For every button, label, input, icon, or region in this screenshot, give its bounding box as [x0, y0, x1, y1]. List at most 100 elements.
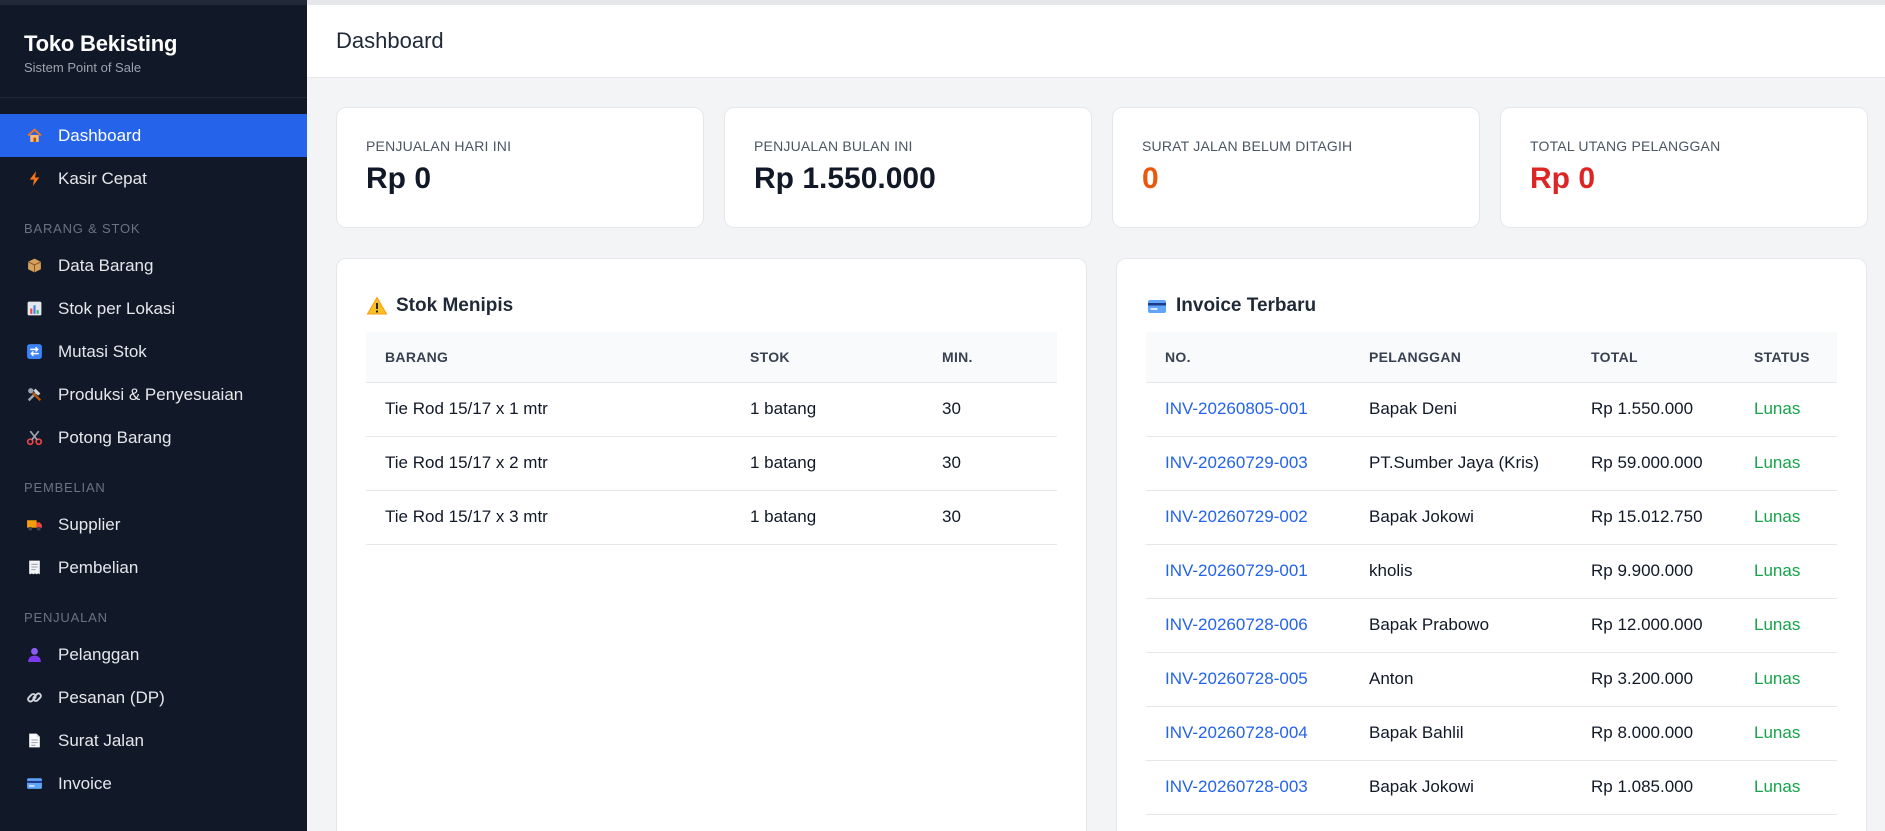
stat-card-total-utang-pelanggan: TOTAL UTANG PELANGGAN Rp 0: [1500, 107, 1868, 228]
table-row: INV-20260728-006 Bapak Prabowo Rp 12.000…: [1146, 598, 1837, 653]
lightning-icon: [26, 170, 43, 187]
brand: Toko Bekisting Sistem Point of Sale: [0, 5, 307, 98]
sidebar-item-kasir-cepat[interactable]: Kasir Cepat: [0, 157, 307, 200]
sidebar-item-label: Pesanan (DP): [58, 687, 165, 707]
cell-pelanggan: Bapak Bahlil: [1350, 706, 1572, 761]
cell-pelanggan: Bapak Jokowi: [1350, 490, 1572, 545]
invoice-link[interactable]: INV-20260728-006: [1146, 598, 1350, 653]
sidebar-item-invoice[interactable]: Invoice: [0, 762, 307, 805]
cell-total: Rp 59.000.000: [1572, 436, 1735, 491]
credit-card-icon: [1146, 295, 1168, 317]
cell-pelanggan: kholis: [1350, 544, 1572, 599]
stat-value: Rp 1.550.000: [754, 162, 936, 195]
low-stock-panel: Stok Menipis BARANG STOK MIN. Tie Rod 15…: [336, 258, 1087, 831]
stat-label: SURAT JALAN BELUM DITAGIH: [1142, 138, 1353, 154]
sidebar-item-dashboard[interactable]: Dashboard: [0, 114, 307, 157]
invoice-link[interactable]: INV-20260728-005: [1146, 652, 1350, 707]
transfer-icon: [26, 343, 43, 360]
cell-pelanggan: PT.Sumber Jaya (Kris): [1350, 436, 1572, 491]
stat-value: Rp 0: [366, 162, 432, 195]
low-stock-table: BARANG STOK MIN. Tie Rod 15/17 x 1 mtr 1…: [366, 332, 1057, 545]
column-header: MIN.: [923, 332, 1057, 383]
table-row: INV-20260728-005 Anton Rp 3.200.000 Luna…: [1146, 652, 1837, 707]
stat-value: Rp 0: [1530, 162, 1596, 195]
invoice-link[interactable]: INV-20260729-001: [1146, 544, 1350, 599]
stats-cards: PENJUALAN HARI INI Rp 0 PENJUALAN BULAN …: [336, 107, 1868, 228]
panel-title-text: Stok Menipis: [396, 295, 514, 316]
sidebar-item-produksi[interactable]: Produksi & Penyesuaian: [0, 373, 307, 416]
sidebar-section-title: PENJUALAN: [24, 610, 108, 625]
cell-barang: Tie Rod 15/17 x 2 mtr: [366, 436, 731, 491]
sidebar-item-label: Stok per Lokasi: [58, 298, 176, 318]
column-header: STOK: [731, 332, 923, 383]
cell-min: 30: [923, 436, 1057, 491]
table-row: Tie Rod 15/17 x 2 mtr 1 batang 30: [366, 436, 1057, 491]
table-row: Tie Rod 15/17 x 1 mtr 1 batang 30: [366, 382, 1057, 437]
column-header: NO.: [1146, 332, 1350, 383]
sidebar-item-label: Mutasi Stok: [58, 341, 147, 361]
cell-stok: 1 batang: [731, 382, 923, 437]
table-row: INV-20260805-001 Bapak Deni Rp 1.550.000…: [1146, 382, 1837, 437]
link-icon: [26, 689, 43, 706]
tools-icon: [26, 386, 43, 403]
stat-value: 0: [1142, 162, 1159, 195]
stat-card-penjualan-bulan-ini: PENJUALAN BULAN INI Rp 1.550.000: [724, 107, 1092, 228]
stat-card-penjualan-hari-ini: PENJUALAN HARI INI Rp 0: [336, 107, 704, 228]
invoice-link[interactable]: INV-20260729-003: [1146, 436, 1350, 491]
cell-pelanggan: Bapak Prabowo: [1350, 598, 1572, 653]
status-badge: Lunas: [1735, 382, 1837, 437]
column-header: BARANG: [366, 332, 731, 383]
cell-total: Rp 1.085.000: [1572, 760, 1735, 815]
sidebar-item-label: Kasir Cepat: [58, 168, 147, 188]
house-icon: [26, 127, 43, 144]
table-row: Tie Rod 15/17 x 3 mtr 1 batang 30: [366, 490, 1057, 545]
sidebar-item-label: Data Barang: [58, 255, 154, 275]
status-badge: Lunas: [1735, 544, 1837, 599]
invoice-link[interactable]: INV-20260728-004: [1146, 706, 1350, 761]
table-row: INV-20260728-003 Bapak Jokowi Rp 1.085.0…: [1146, 760, 1837, 815]
stat-label: PENJUALAN BULAN INI: [754, 138, 913, 154]
recent-invoices-panel: Invoice Terbaru NO. PELANGGAN TOTAL STAT…: [1116, 258, 1867, 831]
sidebar-item-label: Invoice: [58, 773, 112, 793]
person-icon: [26, 646, 43, 663]
status-badge: Lunas: [1735, 436, 1837, 491]
panel-title: Stok Menipis: [366, 290, 1057, 322]
sidebar-item-label: Pelanggan: [58, 644, 140, 664]
cell-stok: 1 batang: [731, 436, 923, 491]
sidebar-section-title: PEMBELIAN: [24, 480, 106, 495]
cell-total: Rp 12.000.000: [1572, 598, 1735, 653]
sidebar-item-pesanan[interactable]: Pesanan (DP): [0, 676, 307, 719]
sidebar-item-pelanggan[interactable]: Pelanggan: [0, 633, 307, 676]
brand-title: Toko Bekisting: [24, 31, 178, 56]
cell-total: Rp 9.900.000: [1572, 544, 1735, 599]
cell-min: 30: [923, 382, 1057, 437]
sidebar-item-stok-per-lokasi[interactable]: Stok per Lokasi: [0, 287, 307, 330]
cell-total: Rp 8.000.000: [1572, 706, 1735, 761]
cell-min: 30: [923, 490, 1057, 545]
invoice-link[interactable]: INV-20260729-002: [1146, 490, 1350, 545]
panel-title: Invoice Terbaru: [1146, 290, 1837, 322]
sidebar-item-mutasi-stok[interactable]: Mutasi Stok: [0, 330, 307, 373]
sidebar-item-supplier[interactable]: Supplier: [0, 503, 307, 546]
cell-pelanggan: Anton: [1350, 652, 1572, 707]
sidebar-item-potong-barang[interactable]: Potong Barang: [0, 416, 307, 459]
table-row: INV-20260729-003 PT.Sumber Jaya (Kris) R…: [1146, 436, 1837, 491]
sidebar-item-surat-jalan[interactable]: Surat Jalan: [0, 719, 307, 762]
page-title: Dashboard: [336, 28, 444, 53]
invoice-link[interactable]: INV-20260805-001: [1146, 382, 1350, 437]
status-badge: Lunas: [1735, 760, 1837, 815]
sidebar-item-label: Pembelian: [58, 557, 139, 577]
sidebar-nav: Dashboard Kasir Cepat BARANG & STOK Data…: [0, 98, 307, 805]
cell-barang: Tie Rod 15/17 x 3 mtr: [366, 490, 731, 545]
sidebar-item-pembelian[interactable]: Pembelian: [0, 546, 307, 589]
invoice-link[interactable]: INV-20260728-003: [1146, 760, 1350, 815]
sidebar-item-label: Potong Barang: [58, 427, 172, 447]
main-content: Dashboard PENJUALAN HARI INI Rp 0 PENJUA…: [307, 0, 1885, 831]
cell-pelanggan: Bapak Jokowi: [1350, 760, 1572, 815]
cell-stok: 1 batang: [731, 490, 923, 545]
cell-total: Rp 1.550.000: [1572, 382, 1735, 437]
status-badge: Lunas: [1735, 652, 1837, 707]
box-icon: [26, 257, 43, 274]
sidebar-item-data-barang[interactable]: Data Barang: [0, 244, 307, 287]
sidebar-item-label: Dashboard: [58, 125, 142, 145]
